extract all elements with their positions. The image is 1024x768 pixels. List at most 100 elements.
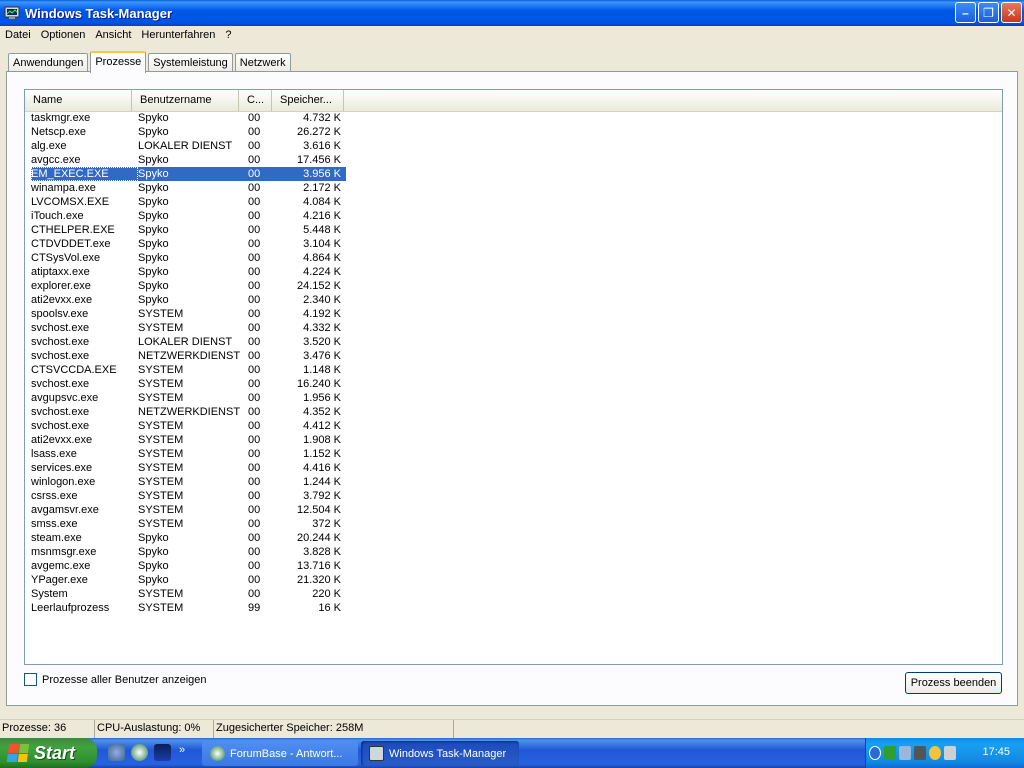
process-cpu: 00 xyxy=(248,504,261,516)
process-name: avgcc.exe xyxy=(31,154,81,166)
process-row[interactable]: msnmsgr.exe Spyko 00 3.828 K xyxy=(31,545,346,559)
process-row[interactable]: ati2evxx.exe SYSTEM 00 1.908 K xyxy=(31,433,346,447)
process-row[interactable]: Leerlaufprozess SYSTEM 99 16 K xyxy=(31,601,346,615)
process-cpu: 00 xyxy=(248,448,261,460)
process-memory: 3.956 K xyxy=(303,168,341,180)
process-row[interactable]: svchost.exe LOKALER DIENST 00 3.520 K xyxy=(31,335,346,349)
tray-network-icon[interactable] xyxy=(899,746,911,760)
process-row[interactable]: CTDVDDET.exe Spyko 00 3.104 K xyxy=(31,237,346,251)
process-username: Spyko xyxy=(138,560,169,572)
process-cpu: 00 xyxy=(248,336,261,348)
process-row[interactable]: CTHELPER.EXE Spyko 00 5.448 K xyxy=(31,223,346,237)
tab-processes[interactable]: Prozesse xyxy=(90,51,147,73)
process-row[interactable]: lsass.exe SYSTEM 00 1.152 K xyxy=(31,447,346,461)
process-username: SYSTEM xyxy=(138,518,184,530)
tray-volume-icon[interactable] xyxy=(944,746,956,760)
end-process-button[interactable]: Prozess beenden xyxy=(905,672,1002,694)
tray-cpu-meter-icon[interactable] xyxy=(884,746,896,760)
start-button[interactable]: Start xyxy=(0,738,97,768)
process-username: Spyko xyxy=(138,112,169,124)
internet-explorer-icon[interactable] xyxy=(108,744,125,761)
tray-steam-icon[interactable] xyxy=(914,746,926,760)
process-row[interactable]: smss.exe SYSTEM 00 372 K xyxy=(31,517,346,531)
netscape-icon[interactable] xyxy=(131,744,148,761)
media-player-icon[interactable] xyxy=(154,744,171,761)
process-row[interactable]: svchost.exe SYSTEM 00 16.240 K xyxy=(31,377,346,391)
process-row[interactable]: svchost.exe SYSTEM 00 4.412 K xyxy=(31,419,346,433)
process-row[interactable]: System SYSTEM 00 220 K xyxy=(31,587,346,601)
process-row[interactable]: svchost.exe NETZWERKDIENST 00 4.352 K xyxy=(31,405,346,419)
process-row[interactable]: services.exe SYSTEM 00 4.416 K xyxy=(31,461,346,475)
quick-launch-chevron[interactable]: » xyxy=(179,744,185,761)
process-row[interactable]: CTSysVol.exe Spyko 00 4.864 K xyxy=(31,251,346,265)
process-cpu: 00 xyxy=(248,308,261,320)
process-row[interactable]: winampa.exe Spyko 00 2.172 K xyxy=(31,181,346,195)
column-header-cpu[interactable]: C... xyxy=(239,90,272,111)
process-row[interactable]: Netscp.exe Spyko 00 26.272 K xyxy=(31,125,346,139)
process-row[interactable]: svchost.exe NETZWERKDIENST 00 3.476 K xyxy=(31,349,346,363)
process-memory: 3.828 K xyxy=(303,546,341,558)
processes-panel: Name Benutzername C... Speicher... taskm… xyxy=(6,71,1018,706)
column-header-memory[interactable]: Speicher... xyxy=(272,90,344,111)
process-username: Spyko xyxy=(138,574,169,586)
process-row[interactable]: avgcc.exe Spyko 00 17.456 K xyxy=(31,153,346,167)
process-list-header: Name Benutzername C... Speicher... xyxy=(25,90,1002,112)
minimize-button[interactable]: – xyxy=(955,2,976,23)
tray-expand-icon[interactable] xyxy=(869,746,881,760)
process-row[interactable]: taskmgr.exe Spyko 00 4.732 K xyxy=(31,111,346,125)
show-all-users-checkbox[interactable] xyxy=(24,673,37,686)
menu-view[interactable]: Ansicht xyxy=(90,29,136,41)
process-memory: 372 K xyxy=(312,518,341,530)
process-row[interactable]: avgemc.exe Spyko 00 13.716 K xyxy=(31,559,346,573)
process-username: SYSTEM xyxy=(138,588,184,600)
taskbar-button-task-manager[interactable]: Windows Task-Manager xyxy=(361,741,519,766)
process-row[interactable]: explorer.exe Spyko 00 24.152 K xyxy=(31,279,346,293)
process-row[interactable]: csrss.exe SYSTEM 00 3.792 K xyxy=(31,489,346,503)
window-title: Windows Task-Manager xyxy=(25,5,172,21)
process-row[interactable]: steam.exe Spyko 00 20.244 K xyxy=(31,531,346,545)
process-row[interactable]: ati2evxx.exe Spyko 00 2.340 K xyxy=(31,293,346,307)
close-button[interactable]: ✕ xyxy=(1001,2,1022,23)
maximize-button[interactable]: ❐ xyxy=(978,2,999,23)
process-row[interactable]: winlogon.exe SYSTEM 00 1.244 K xyxy=(31,475,346,489)
tray-messenger-icon[interactable] xyxy=(929,746,941,760)
process-name: avgamsvr.exe xyxy=(31,504,99,516)
process-row[interactable]: CTSVCCDA.EXE SYSTEM 00 1.148 K xyxy=(31,363,346,377)
process-cpu: 00 xyxy=(248,546,261,558)
process-username: Spyko xyxy=(138,294,169,306)
tab-strip: Anwendungen Prozesse Systemleistung Netz… xyxy=(8,51,293,73)
process-list[interactable]: Name Benutzername C... Speicher... taskm… xyxy=(24,89,1003,665)
process-memory: 3.520 K xyxy=(303,336,341,348)
process-row[interactable]: svchost.exe SYSTEM 00 4.332 K xyxy=(31,321,346,335)
menu-options[interactable]: Optionen xyxy=(36,29,91,41)
process-row[interactable]: EM_EXEC.EXE Spyko 00 3.956 K xyxy=(31,167,346,181)
show-all-users-option[interactable]: Prozesse aller Benutzer anzeigen xyxy=(24,673,206,686)
process-cpu: 00 xyxy=(248,532,261,544)
column-header-name[interactable]: Name xyxy=(25,90,132,111)
tab-performance[interactable]: Systemleistung xyxy=(148,53,233,72)
process-username: SYSTEM xyxy=(138,462,184,474)
menu-shutdown[interactable]: Herunterfahren xyxy=(136,29,220,41)
process-row[interactable]: iTouch.exe Spyko 00 4.216 K xyxy=(31,209,346,223)
taskmanager-icon xyxy=(369,746,384,761)
process-row[interactable]: atiptaxx.exe Spyko 00 4.224 K xyxy=(31,265,346,279)
taskbar-button-forumbase[interactable]: ForumBase - Antwort... xyxy=(202,741,358,766)
process-row[interactable]: spoolsv.exe SYSTEM 00 4.192 K xyxy=(31,307,346,321)
process-cpu: 00 xyxy=(248,406,261,418)
column-header-username[interactable]: Benutzername xyxy=(132,90,239,111)
process-row[interactable]: avgamsvr.exe SYSTEM 00 12.504 K xyxy=(31,503,346,517)
process-row[interactable]: avgupsvc.exe SYSTEM 00 1.956 K xyxy=(31,391,346,405)
menu-file[interactable]: Datei xyxy=(0,29,36,41)
status-bar: Prozesse: 36 CPU-Auslastung: 0% Zugesich… xyxy=(0,719,1024,738)
taskbar-button-label: Windows Task-Manager xyxy=(389,747,507,760)
tab-applications[interactable]: Anwendungen xyxy=(8,53,89,72)
process-row[interactable]: alg.exe LOKALER DIENST 00 3.616 K xyxy=(31,139,346,153)
process-row[interactable]: LVCOMSX.EXE Spyko 00 4.084 K xyxy=(31,195,346,209)
title-bar[interactable]: Windows Task-Manager – ❐ ✕ xyxy=(0,0,1024,26)
process-memory: 220 K xyxy=(312,588,341,600)
menu-help[interactable]: ? xyxy=(220,29,236,41)
process-row[interactable]: YPager.exe Spyko 00 21.320 K xyxy=(31,573,346,587)
process-name: YPager.exe xyxy=(31,574,88,586)
tab-network[interactable]: Netzwerk xyxy=(234,53,291,72)
process-memory: 1.908 K xyxy=(303,434,341,446)
